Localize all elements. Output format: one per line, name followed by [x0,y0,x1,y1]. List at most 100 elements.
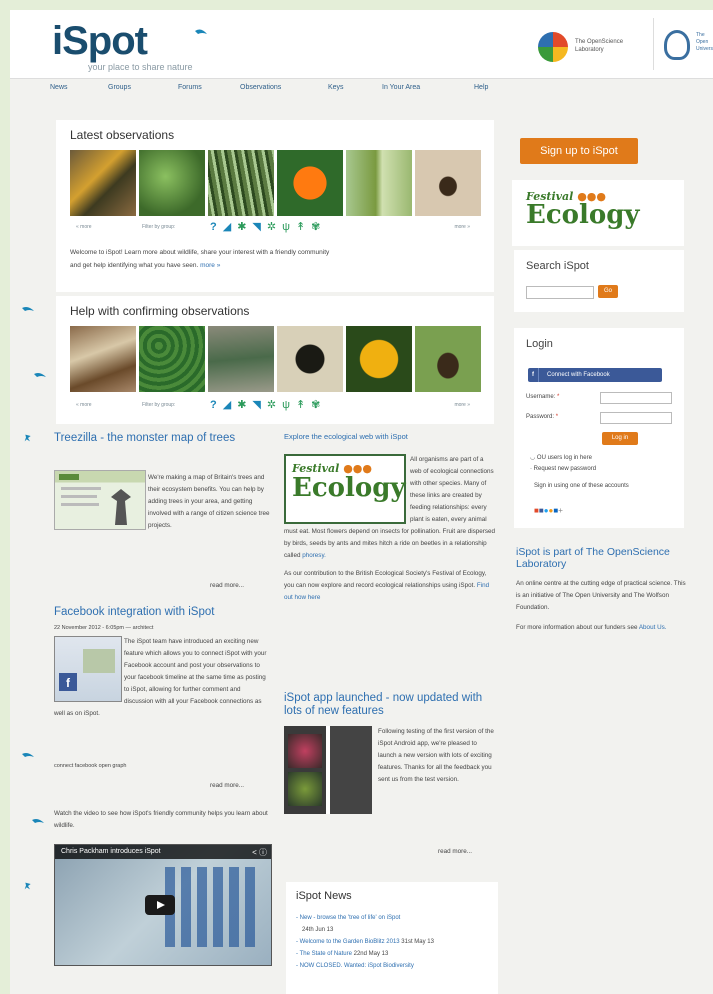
login-button[interactable]: Log in [602,432,638,445]
news-item[interactable]: - NOW CLOSED. Wanted: iSpot Biodiversity [296,960,492,972]
bug-icon[interactable]: ✱ [237,221,252,233]
search-input[interactable] [526,286,594,299]
news-item-link[interactable]: New - browse the 'tree of life' on iSpot [300,915,401,921]
news-item[interactable]: - The State of Nature 22nd May 13 [296,948,492,960]
part-of-title[interactable]: iSpot is part of The OpenScience Laborat… [516,546,686,570]
observation-thumb[interactable] [70,150,136,216]
sign-up-button[interactable]: Sign up to iSpot [520,138,638,164]
app-article: iSpot app launched - now updated with lo… [284,692,496,855]
latest-filter-bar: « more Filter by group: ?◢✱◥✲ψ↟✾ more » [70,220,476,234]
tree-icon[interactable]: ↟ [296,221,311,233]
fungi-icon[interactable]: ✾ [311,399,326,411]
intro-video[interactable]: Chris Packham introduces iSpot < ⓘ [54,844,272,966]
ispot-news-title: iSpot News [296,890,352,902]
help-more-right-link[interactable]: more » [454,402,470,408]
bird-icon[interactable]: ◢ [223,399,237,411]
latest-more-right-link[interactable]: more » [454,224,470,230]
bird-decoration-icon [34,373,46,377]
news-item[interactable]: - New - browse the 'tree of life' on iSp… [296,912,492,936]
latest-more-left-link[interactable]: « more [76,224,92,230]
openscience-lab-logo-text[interactable]: The OpenScience Laboratory [575,38,635,54]
fungi-icon[interactable]: ✾ [311,221,326,233]
video-intro: Watch the video to see how iSpot's frien… [54,810,268,829]
fish-icon[interactable]: ◥ [252,221,266,233]
play-icon[interactable] [145,895,175,915]
request-password-link[interactable]: · Request new password [530,466,596,472]
nav-groups[interactable]: Groups [108,84,131,91]
nav-forums[interactable]: Forums [178,84,202,91]
frog-icon[interactable]: ✲ [267,399,282,411]
nav-news[interactable]: News [50,84,68,91]
app-text: Following testing of the first version o… [378,728,494,783]
observation-thumb[interactable] [139,326,205,392]
video-title[interactable]: Chris Packham introduces iSpot [55,845,271,859]
ispot-logo[interactable]: iSpot [52,20,148,62]
facebook-tags[interactable]: connect facebook open graph [54,760,126,772]
bird-decoration-icon [32,819,44,823]
header-divider [653,18,654,70]
news-item-link[interactable]: The State of Nature [300,951,352,957]
header: iSpot your place to share nature The Ope… [10,10,713,79]
festival-of-ecology-banner[interactable]: Festival ●●● Ecology [512,180,684,246]
nav-help[interactable]: Help [474,84,488,91]
facebook-article: Facebook integration with iSpot 22 Novem… [54,606,270,789]
observation-thumb[interactable] [70,326,136,392]
observation-thumb[interactable] [208,326,274,392]
tree-icon[interactable]: ↟ [296,399,311,411]
news-item-link[interactable]: NOW CLOSED. Wanted: iSpot Biodiversity [300,963,414,969]
password-label-text: Password: [526,414,555,420]
nav-keys[interactable]: Keys [328,84,344,91]
help-more-left-link[interactable]: « more [76,402,92,408]
phoresy-link[interactable]: phoresy. [302,552,326,559]
observation-thumb[interactable] [346,326,412,392]
plant-icon[interactable]: ψ [282,221,296,233]
app-title[interactable]: iSpot app launched - now updated with lo… [284,692,496,718]
treezilla-body: We're making a map of Britain's trees an… [54,472,270,532]
bug-icon[interactable]: ✱ [237,399,252,411]
observation-thumb[interactable] [277,326,343,392]
observation-thumb[interactable] [346,150,412,216]
open-university-logo-text[interactable]: The Open University [696,32,713,53]
news-item-link[interactable]: Welcome to the Garden BioBlitz 2013 [300,939,400,945]
observation-thumb[interactable] [277,150,343,216]
nav-observations[interactable]: Observations [240,84,281,91]
facebook-connect-button[interactable]: f Connect with Facebook [528,368,662,382]
fish-icon[interactable]: ◥ [252,399,266,411]
observation-thumb[interactable] [139,150,205,216]
latest-observations-title: Latest observations [70,128,175,142]
search-go-button[interactable]: Go [598,285,618,298]
signin-other-accounts-link[interactable]: Sign in using one of these accounts [534,482,664,491]
observation-thumb[interactable] [415,326,481,392]
plant-icon[interactable]: ψ [282,399,296,411]
app-read-more[interactable]: read more... [438,846,472,858]
more-accounts-icon[interactable]: + [558,506,563,515]
video-section: Watch the video to see how iSpot's frien… [54,808,272,966]
bird-icon[interactable]: ◢ [223,221,237,233]
ou-users-login-link[interactable]: ◡ OU users log in here [530,454,592,461]
question-icon[interactable]: ? [210,221,223,233]
question-icon[interactable]: ? [210,399,223,411]
facebook-read-more[interactable]: read more... [210,780,244,792]
share-icon[interactable]: < ⓘ [252,847,267,858]
openscience-lab-logo-icon[interactable] [538,32,568,62]
treezilla-title[interactable]: Treezilla - the monster map of trees [54,432,270,445]
request-password-text: Request new password [533,466,597,472]
tagline: your place to share nature [88,62,193,72]
treezilla-read-more[interactable]: read more... [210,580,244,592]
observation-thumb[interactable] [208,150,274,216]
ecology-title[interactable]: Explore the ecological web with iSpot [284,432,496,441]
observation-thumb[interactable] [415,150,481,216]
frog-icon[interactable]: ✲ [267,221,282,233]
password-label: Password: * [526,414,559,420]
facebook-title[interactable]: Facebook integration with iSpot [54,606,270,619]
about-us-link[interactable]: About Us. [639,624,667,631]
welcome-more-link[interactable]: more » [200,262,220,269]
float-spacer [54,472,148,530]
open-university-logo-icon[interactable] [664,30,690,60]
float-spacer [284,726,378,814]
password-input[interactable] [600,412,672,424]
news-item[interactable]: - Welcome to the Garden BioBlitz 2013 31… [296,936,492,948]
username-input[interactable] [600,392,672,404]
username-label-text: Username: [526,394,556,400]
nav-in-your-area[interactable]: In Your Area [382,84,420,91]
